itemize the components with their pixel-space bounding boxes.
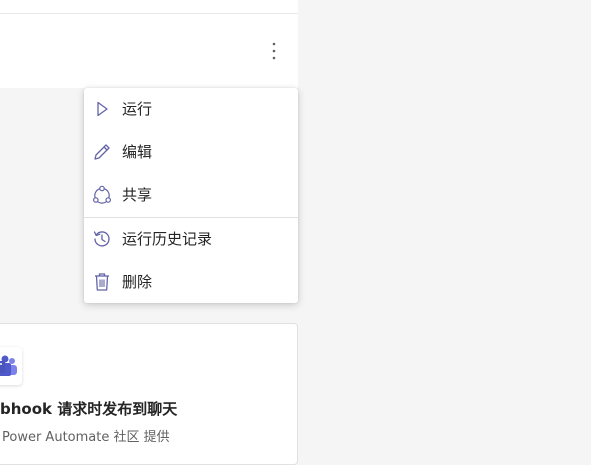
menu-item-share[interactable]: 共享	[84, 175, 298, 215]
more-options-button[interactable]	[263, 38, 285, 64]
menu-item-label: 共享	[122, 186, 153, 204]
menu-item-label: 删除	[122, 273, 153, 291]
history-icon	[92, 229, 112, 249]
menu-item-run-history[interactable]: 运行历史记录	[84, 219, 298, 259]
play-icon	[92, 99, 112, 119]
trash-icon	[92, 272, 112, 292]
menu-item-label: 编辑	[122, 143, 153, 161]
teams-icon	[0, 347, 22, 385]
divider	[0, 13, 298, 14]
menu-item-label: 运行历史记录	[122, 230, 213, 248]
menu-item-delete[interactable]: 删除	[84, 262, 298, 302]
menu-item-edit[interactable]: 编辑	[84, 132, 298, 172]
card-subtitle: Power Automate 社区 提供	[2, 430, 170, 445]
menu-item-label: 运行	[122, 100, 153, 118]
more-vertical-icon	[272, 42, 276, 60]
pencil-icon	[92, 142, 112, 162]
card-title: bhook 请求时发布到聊天	[0, 400, 178, 418]
menu-item-run[interactable]: 运行	[84, 89, 298, 129]
context-menu: 运行 编辑 共享 运行历史记录 删除	[84, 88, 298, 303]
menu-divider	[84, 217, 298, 218]
flow-panel	[0, 0, 298, 88]
share-icon	[92, 185, 112, 205]
